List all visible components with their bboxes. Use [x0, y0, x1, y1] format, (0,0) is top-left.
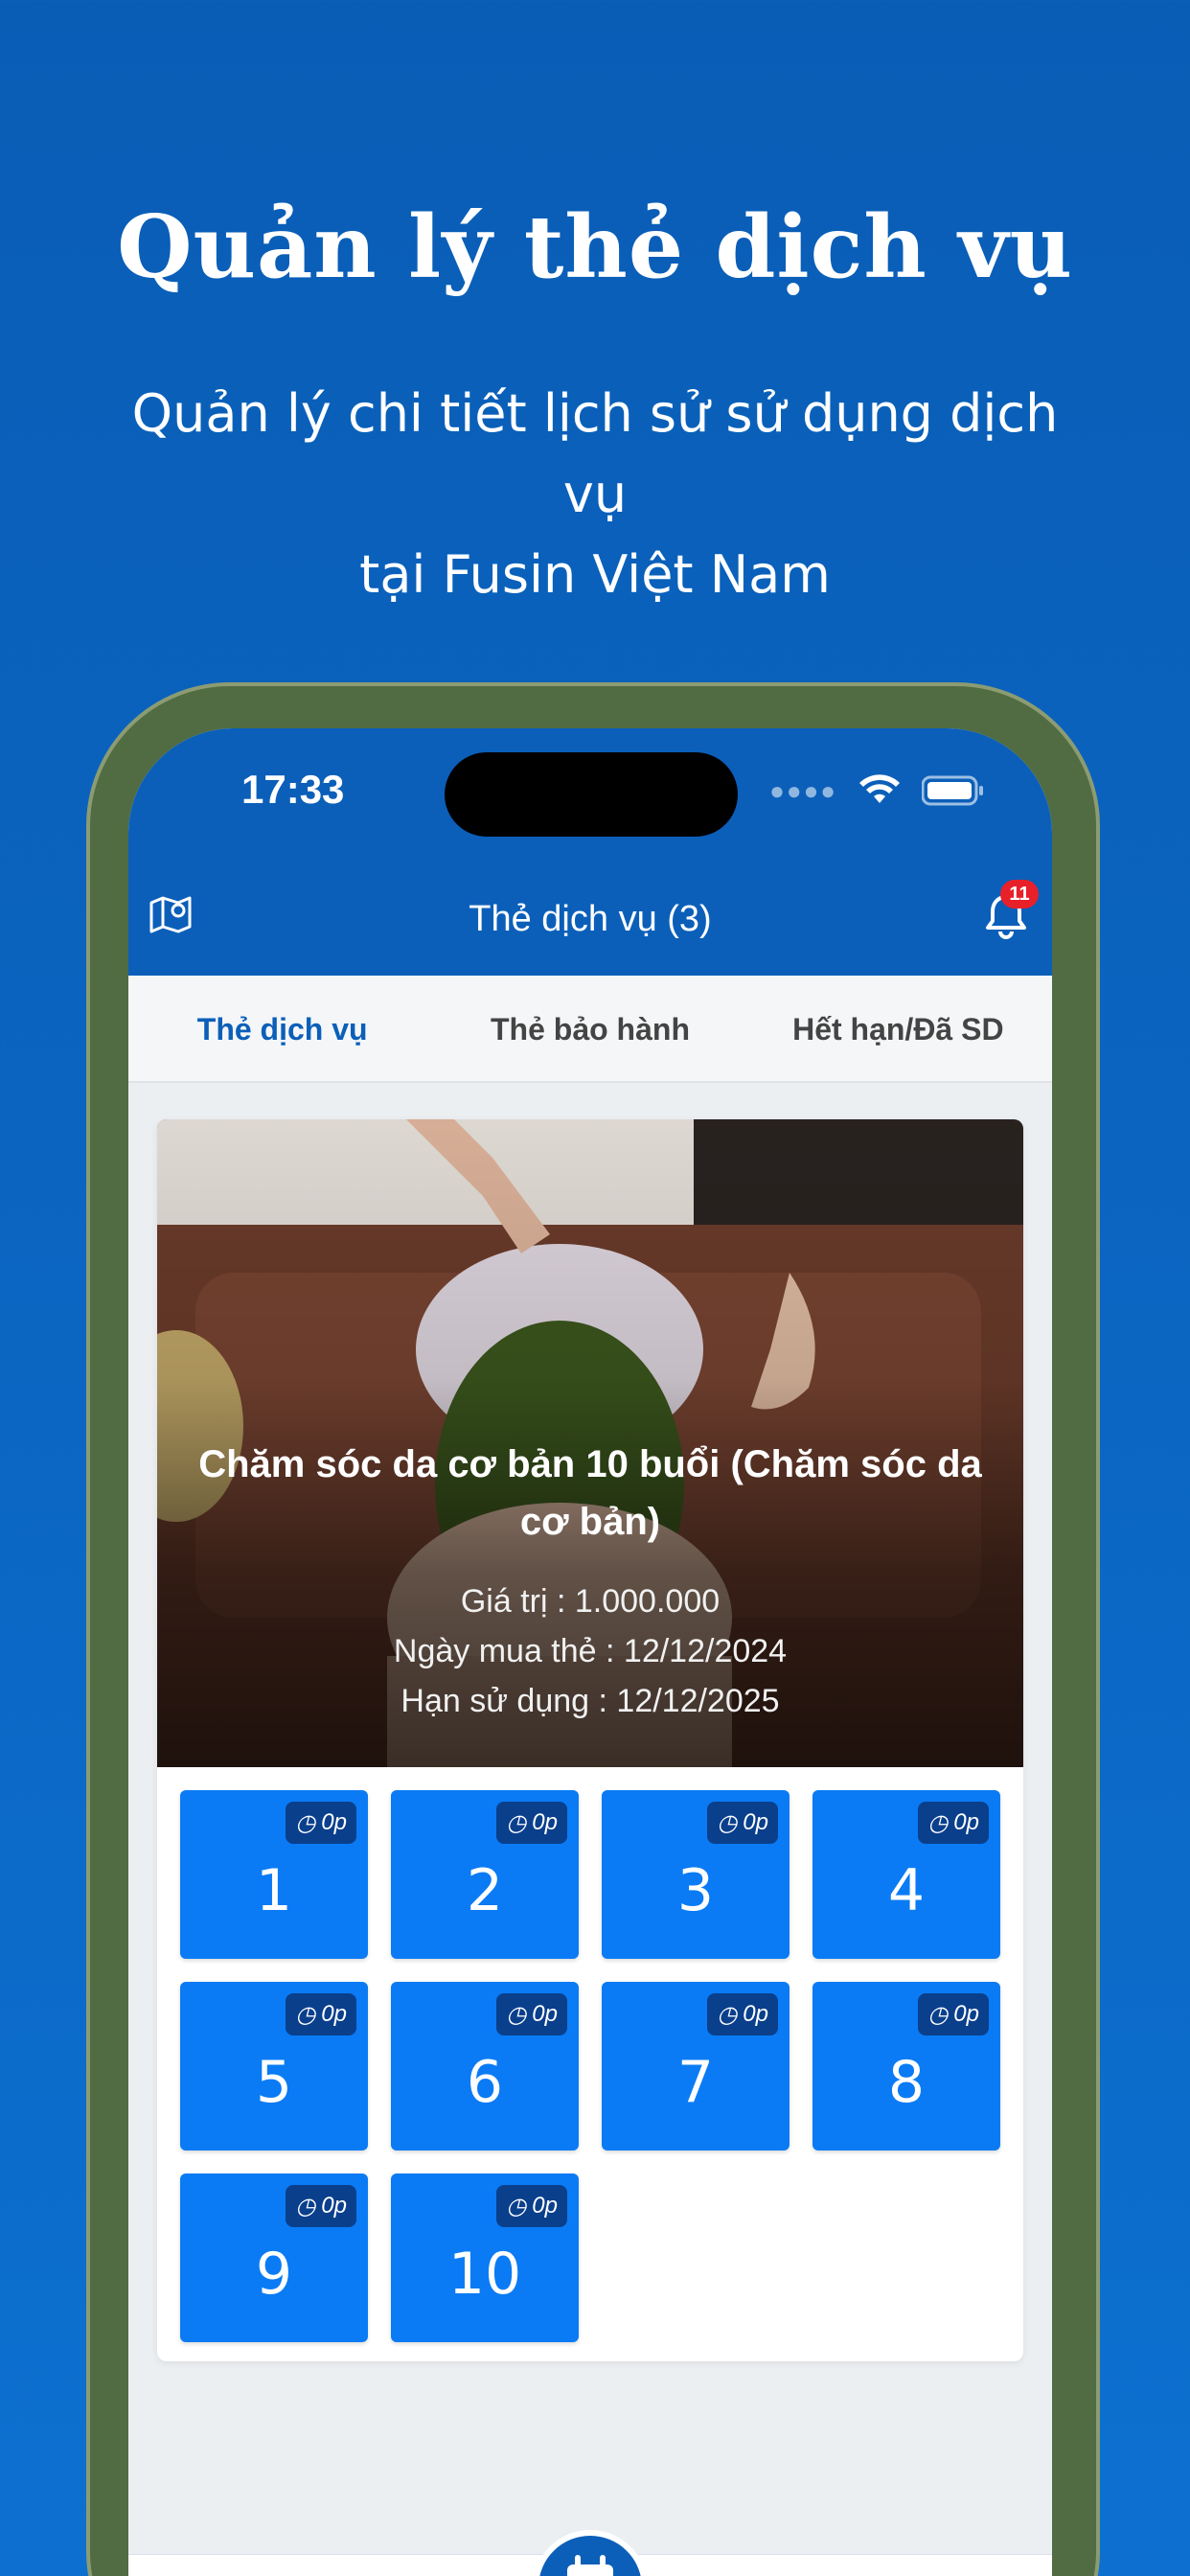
card-expiry-date: Hạn sử dụng : 12/12/2025 — [400, 1683, 780, 1719]
clock-icon: ◷ — [717, 2001, 738, 2028]
clock-icon: ◷ — [927, 2001, 949, 2028]
session-duration-badge: ◷ 0p — [286, 1993, 356, 2036]
session-number: 5 — [255, 2049, 293, 2116]
status-time: 17:33 — [241, 767, 345, 812]
card-purchase-date: Ngày mua thẻ : 12/12/2024 — [393, 1633, 788, 1669]
phone-screen: 17:33 ●●●● Thẻ dịch vụ (3) 11 Thẻ dịch v… — [128, 728, 1052, 2576]
session-number: 10 — [447, 2241, 522, 2308]
session-tile-10[interactable]: ◷ 0p 10 — [391, 2174, 579, 2342]
session-number: 9 — [255, 2241, 293, 2308]
clock-icon: ◷ — [506, 2193, 527, 2220]
tab-warranty-cards[interactable]: Thẻ bảo hành — [436, 976, 744, 1081]
promo-subtitle: Quản lý chi tiết lịch sử sử dụng dịch vụ… — [96, 374, 1094, 615]
session-number: 3 — [676, 1857, 715, 1924]
clock-icon: ◷ — [295, 2001, 316, 2028]
battery-icon — [922, 775, 983, 806]
session-duration-badge: ◷ 0p — [918, 1802, 989, 1844]
promo-title: Quản lý thẻ dịch vụ — [117, 196, 1073, 298]
session-tile-3[interactable]: ◷ 0p 3 — [602, 1790, 790, 1959]
session-tile-2[interactable]: ◷ 0p 2 — [391, 1790, 579, 1959]
clock-icon: ◷ — [506, 2001, 527, 2028]
clock-icon: ◷ — [927, 1809, 949, 1836]
session-duration-badge: ◷ 0p — [496, 1993, 567, 2036]
session-tile-9[interactable]: ◷ 0p 9 — [180, 2174, 368, 2342]
session-duration-badge: ◷ 0p — [707, 1802, 778, 1844]
session-number: 7 — [676, 2049, 715, 2116]
page-title: Thẻ dịch vụ (3) — [469, 899, 712, 939]
session-duration-badge: ◷ 0p — [918, 1993, 989, 2036]
wifi-icon — [859, 774, 900, 803]
clock-icon: ◷ — [717, 1809, 738, 1836]
app-header: 17:33 ●●●● Thẻ dịch vụ (3) 11 — [128, 728, 1052, 976]
session-tile-4[interactable]: ◷ 0p 4 — [812, 1790, 1000, 1959]
session-number: 1 — [255, 1857, 293, 1924]
promo-subtitle-line-1: Quản lý chi tiết lịch sử sử dụng dịch vụ — [131, 383, 1059, 524]
signal-icon: ●●●● — [769, 775, 837, 805]
session-duration-badge: ◷ 0p — [496, 1802, 567, 1844]
tab-service-cards[interactable]: Thẻ dịch vụ — [128, 976, 436, 1081]
session-tile-6[interactable]: ◷ 0p 6 — [391, 1982, 579, 2150]
session-tile-7[interactable]: ◷ 0p 7 — [602, 1982, 790, 2150]
session-grid: ◷ 0p 1 ◷ 0p 2 ◷ 0p 3 ◷ 0p 4 ◷ 0p 5 ◷ 0p 6 — [180, 1790, 1000, 2342]
session-duration-badge: ◷ 0p — [286, 2185, 356, 2227]
calendar-icon — [567, 2555, 613, 2576]
session-duration-badge: ◷ 0p — [496, 2185, 567, 2227]
status-icons: ●●●● — [769, 774, 985, 807]
session-number: 4 — [887, 1857, 926, 1924]
session-tile-1[interactable]: ◷ 0p 1 — [180, 1790, 368, 1959]
tab-expired-used[interactable]: Hết hạn/Đã SD — [744, 976, 1052, 1081]
service-card[interactable]: Chăm sóc da cơ bản 10 buổi (Chăm sóc da … — [157, 1119, 1023, 2361]
card-hero-image: Chăm sóc da cơ bản 10 buổi (Chăm sóc da … — [157, 1119, 1023, 1767]
card-value: Giá trị : 1.000.000 — [460, 1583, 721, 1620]
notification-badge: 11 — [1000, 880, 1039, 908]
card-title: Chăm sóc da cơ bản 10 buổi (Chăm sóc da … — [198, 1443, 982, 1543]
promo-subtitle-line-2: tại Fusin Việt Nam — [359, 544, 831, 605]
clock-icon: ◷ — [506, 1809, 527, 1836]
session-number: 6 — [466, 2049, 504, 2116]
session-tile-5[interactable]: ◷ 0p 5 — [180, 1982, 368, 2150]
session-tile-8[interactable]: ◷ 0p 8 — [812, 1982, 1000, 2150]
session-duration-badge: ◷ 0p — [286, 1802, 356, 1844]
clock-icon: ◷ — [295, 2193, 316, 2220]
session-duration-badge: ◷ 0p — [707, 1993, 778, 2036]
clock-icon: ◷ — [295, 1809, 316, 1836]
dynamic-island — [445, 752, 738, 837]
session-number: 8 — [887, 2049, 926, 2116]
calendar-fab-button[interactable] — [533, 2530, 648, 2576]
tab-bar: Thẻ dịch vụ Thẻ bảo hành Hết hạn/Đã SD — [128, 976, 1052, 1083]
session-number: 2 — [466, 1857, 504, 1924]
